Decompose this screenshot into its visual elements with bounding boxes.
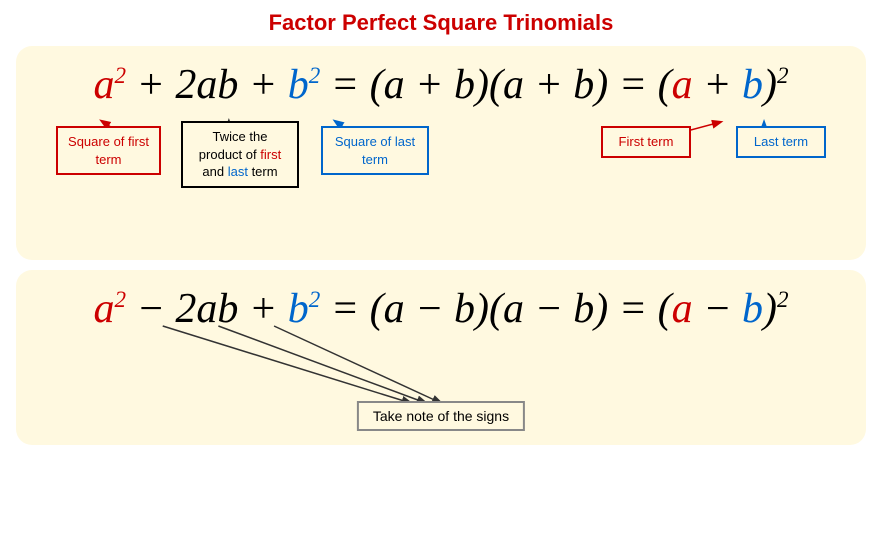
annotations-area: Square of first term Twice the product o… xyxy=(36,116,846,246)
twice-last: last xyxy=(228,164,248,179)
ann-signs: Take note of the signs xyxy=(357,401,525,431)
top-formula: a2 + 2ab + b2 = (a + b)(a + b) = (a + b)… xyxy=(36,58,846,116)
b-factor1: (a − b)(a − b) xyxy=(370,286,609,332)
b-term-a2: a2 xyxy=(93,286,126,332)
factor2-plus: + xyxy=(693,62,742,108)
b-factor2-minus: − xyxy=(693,286,742,332)
bottom-formula: a2 − 2ab + b2 = (a − b)(a − b) = (a − b)… xyxy=(36,282,846,340)
b-factor2-b: b xyxy=(742,286,763,332)
ann-square-first: Square of first term xyxy=(56,126,161,175)
factor2-close: )2 xyxy=(763,62,789,108)
b-term-b2: b2 xyxy=(288,286,321,332)
factor2-open: ( xyxy=(658,62,672,108)
ann-last-term-right: Last term xyxy=(736,126,826,158)
plus1: + xyxy=(126,62,175,108)
bottom-panel: a2 − 2ab + b2 = (a − b)(a − b) = (a − b)… xyxy=(16,270,866,445)
ann-first-term-right: First term xyxy=(601,126,691,158)
term-a2: a2 xyxy=(93,62,126,108)
page-title: Factor Perfect Square Trinomials xyxy=(269,10,614,36)
ann-square-last: Square of last term xyxy=(321,126,429,175)
factor2-b: b xyxy=(742,62,763,108)
eq1: = xyxy=(320,62,369,108)
b-factor2-a: a xyxy=(672,286,693,332)
plus2: + xyxy=(238,62,287,108)
b-plus2: + xyxy=(238,286,287,332)
b-factor2-open: ( xyxy=(658,286,672,332)
b-eq2: = xyxy=(608,286,657,332)
factor2-a: a xyxy=(672,62,693,108)
twice-first: first xyxy=(260,147,281,162)
twice-label: Twice the product of first and last term xyxy=(199,129,281,179)
top-formula-wrap: a2 + 2ab + b2 = (a + b)(a + b) = (a + b)… xyxy=(36,58,846,246)
b-factor2-close: )2 xyxy=(763,286,789,332)
term-2ab: 2ab xyxy=(175,62,238,108)
b-minus1: − xyxy=(126,286,175,332)
ann-twice-product: Twice the product of first and last term xyxy=(181,121,299,188)
term-b2: b2 xyxy=(288,62,321,108)
b-term-2ab: 2ab xyxy=(175,286,238,332)
top-panel: a2 + 2ab + b2 = (a + b)(a + b) = (a + b)… xyxy=(16,46,866,260)
b-eq1: = xyxy=(320,286,369,332)
factor1: (a + b)(a + b) xyxy=(370,62,609,108)
eq2: = xyxy=(608,62,657,108)
